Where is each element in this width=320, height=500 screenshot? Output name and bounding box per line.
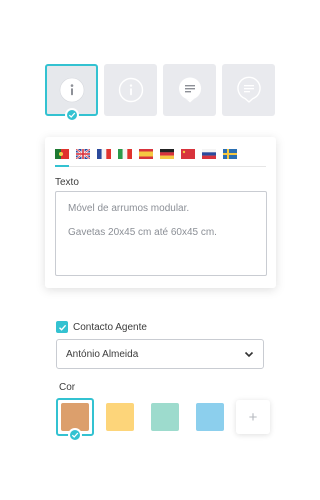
add-color-button[interactable]: +: [236, 400, 270, 434]
color-swatch-mint[interactable]: [146, 398, 184, 436]
agent-select-value: António Almeida: [66, 348, 139, 360]
text-field-label: Texto: [55, 177, 79, 188]
description-textarea[interactable]: Móvel de arrumos modular. Gavetas 20x45 …: [55, 191, 267, 276]
icon-selector: [45, 64, 275, 122]
text-card: Texto Móvel de arrumos modular. Gavetas …: [45, 137, 276, 288]
color-swatches: +: [56, 398, 270, 442]
chevron-down-icon: [244, 351, 254, 357]
agent-contact-label: Contacto Agente: [73, 321, 147, 333]
divider: [69, 166, 266, 167]
russia-flag-icon[interactable]: [202, 149, 216, 159]
italy-flag-icon[interactable]: [118, 149, 132, 159]
textarea-line: Móvel de arrumos modular.: [68, 203, 190, 214]
selected-check-icon: [68, 428, 82, 442]
language-flags: [55, 149, 237, 159]
swatch-fill: [196, 403, 224, 431]
portugal-flag-icon[interactable]: [55, 149, 69, 159]
agent-contact-row: Contacto Agente: [56, 321, 147, 333]
swatch-fill: [106, 403, 134, 431]
speech-bubble-icon: [178, 77, 201, 103]
germany-flag-icon[interactable]: [160, 149, 174, 159]
textarea-line: Gavetas 20x45 cm até 60x45 cm.: [68, 227, 217, 238]
info-icon: [59, 77, 84, 103]
tile-info-filled[interactable]: [45, 64, 98, 122]
uk-flag-icon[interactable]: [76, 149, 90, 159]
agent-select[interactable]: António Almeida: [56, 339, 264, 369]
speech-bubble-outline-icon: [236, 76, 261, 103]
tile-speech-outline[interactable]: [222, 64, 275, 116]
tile-info-outline[interactable]: [104, 64, 157, 116]
active-language-indicator: [55, 165, 69, 167]
china-flag-icon[interactable]: [181, 149, 195, 159]
spain-flag-icon[interactable]: [139, 149, 153, 159]
france-flag-icon[interactable]: [97, 149, 111, 159]
color-swatch-yellow[interactable]: [101, 398, 139, 436]
swatch-fill: [61, 403, 89, 431]
swatch-fill: [151, 403, 179, 431]
check-icon: [58, 324, 66, 331]
agent-contact-checkbox[interactable]: [56, 321, 68, 333]
tile-speech-filled[interactable]: [163, 64, 216, 116]
color-swatch-blue[interactable]: [191, 398, 229, 436]
sweden-flag-icon[interactable]: [223, 149, 237, 159]
selected-check-icon: [64, 108, 79, 122]
color-swatch-orange[interactable]: [56, 398, 94, 442]
plus-icon: +: [248, 408, 258, 426]
color-label: Cor: [59, 382, 76, 393]
info-outline-icon: [118, 77, 143, 103]
